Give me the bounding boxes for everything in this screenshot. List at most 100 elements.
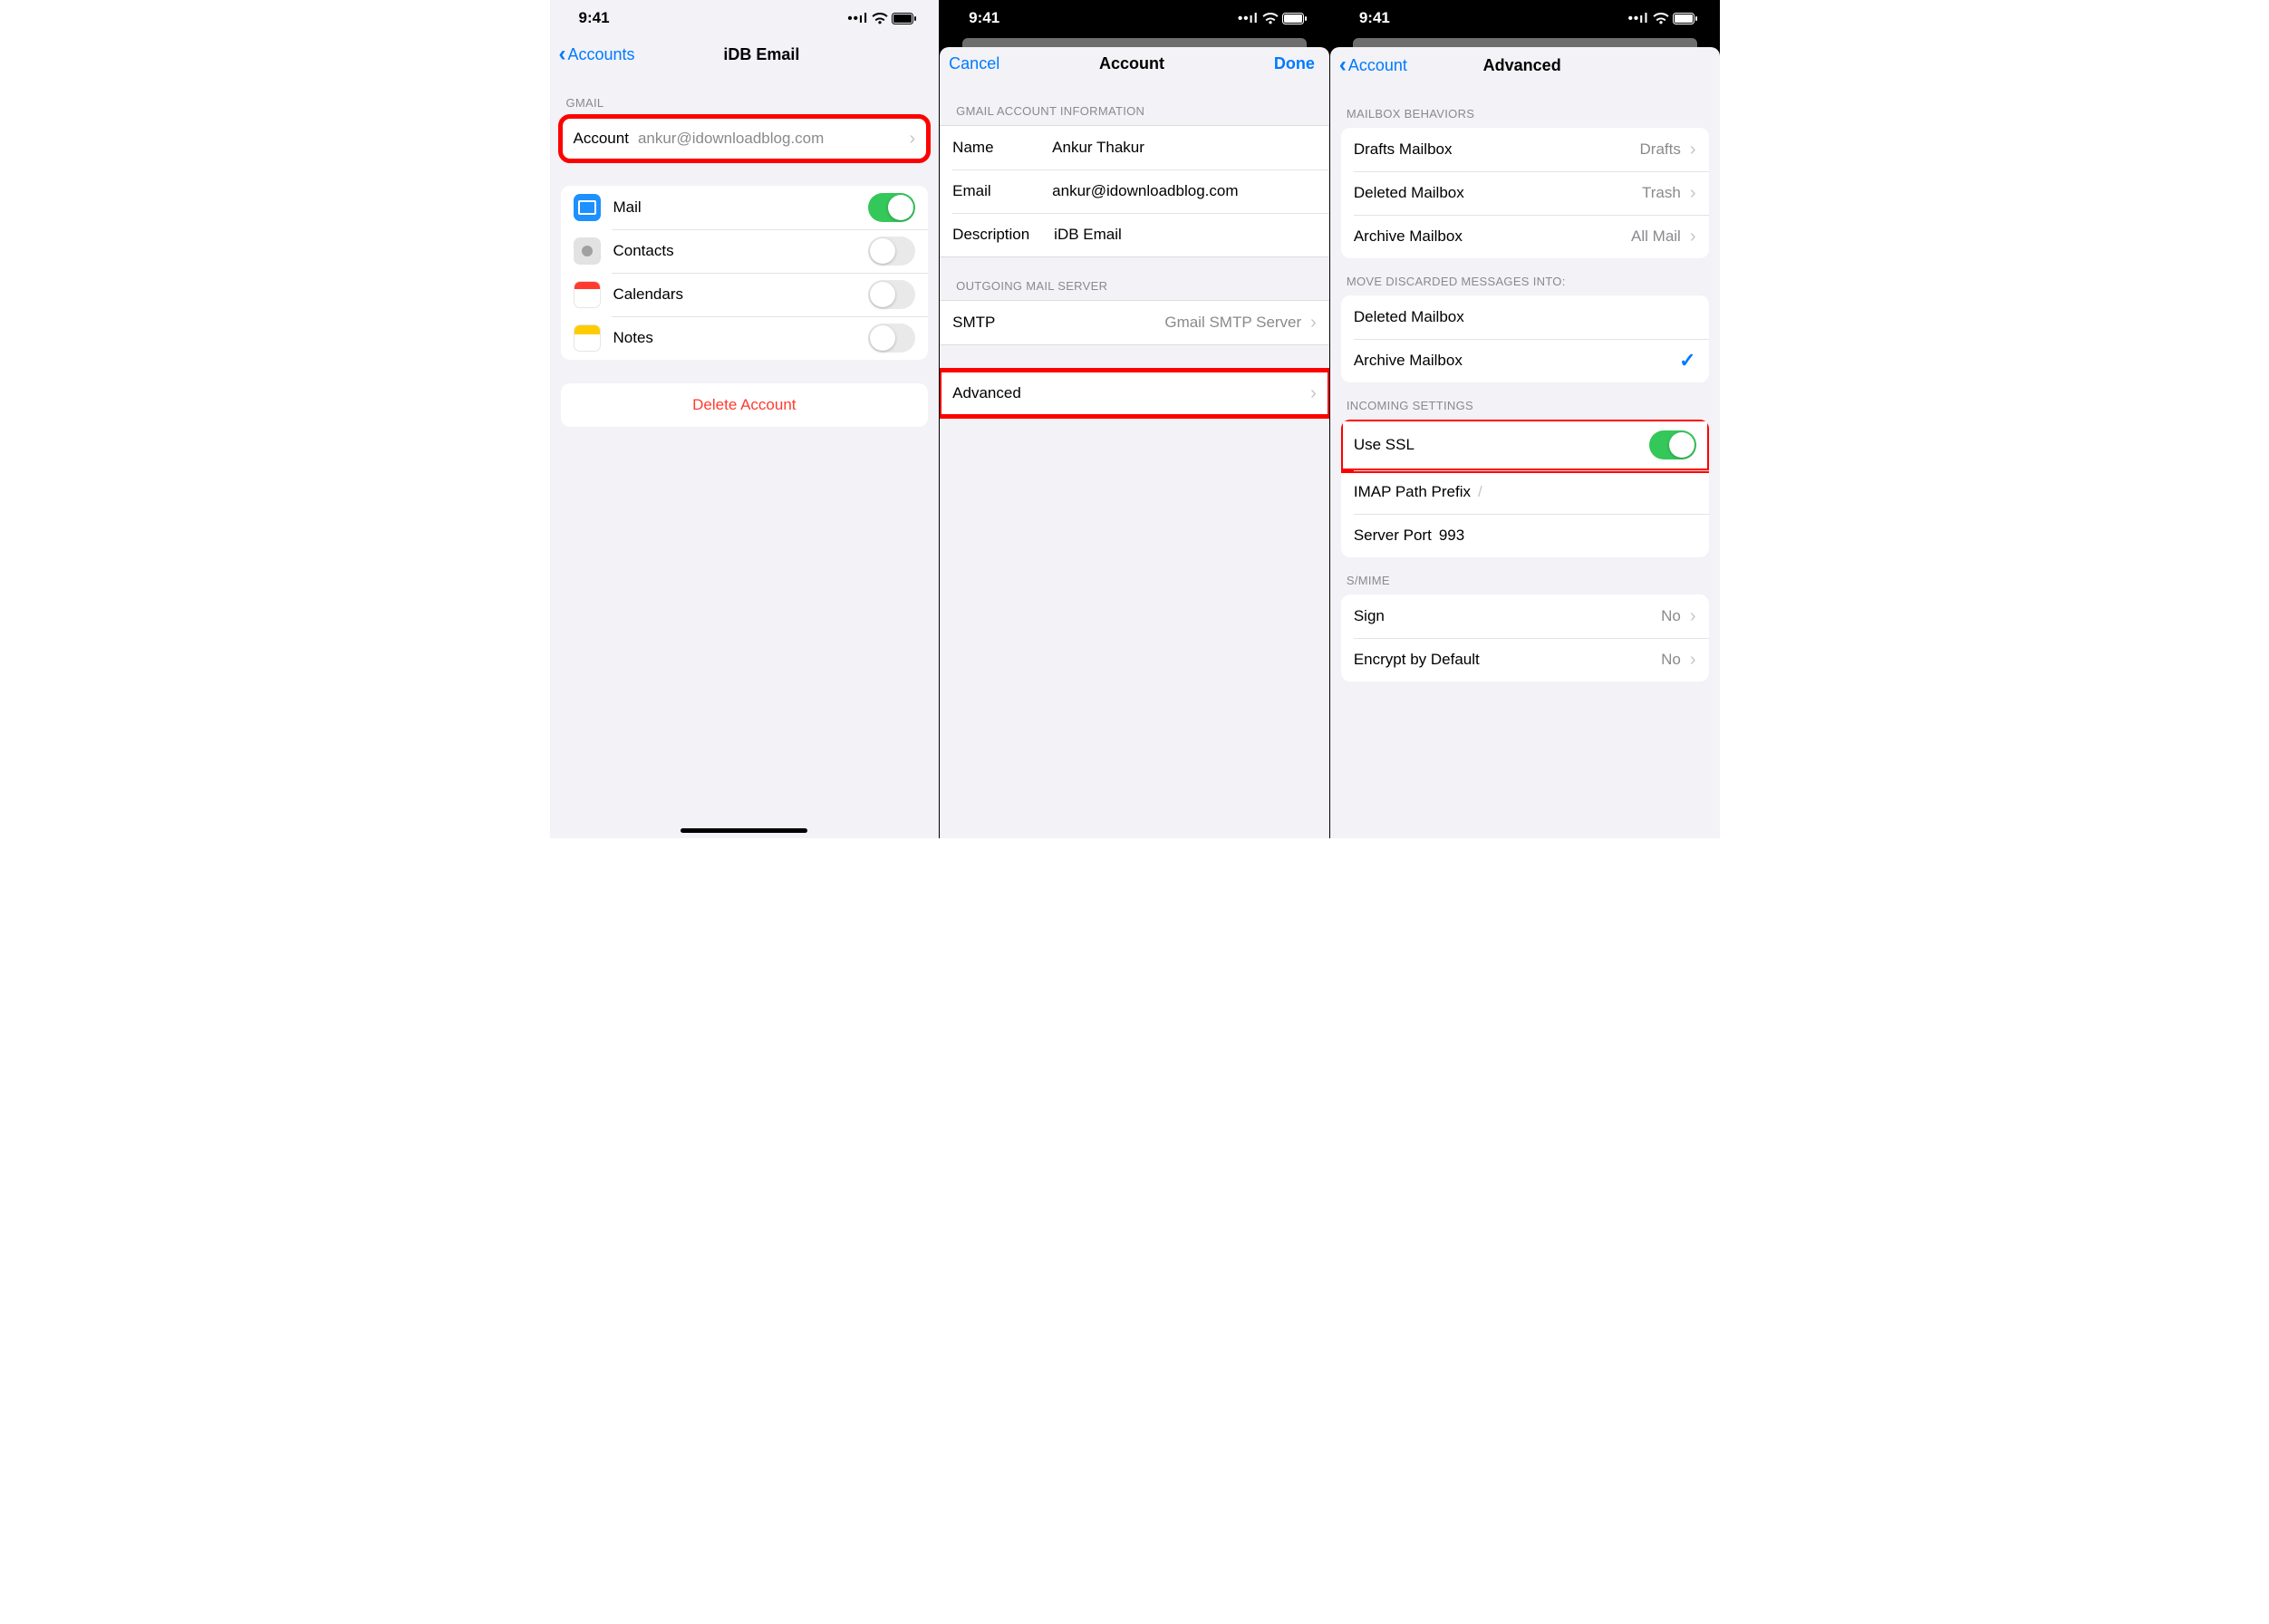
account-group: Account ankur@idownloadblog.com › — [561, 117, 929, 160]
calendars-label: Calendars — [613, 285, 684, 304]
account-row[interactable]: Account ankur@idownloadblog.com › — [561, 117, 929, 160]
notes-label: Notes — [613, 329, 653, 347]
cellular-icon: ••ıl — [1628, 11, 1649, 26]
smtp-group: SMTP Gmail SMTP Server › — [940, 300, 1329, 345]
chevron-left-icon: ‹ — [559, 44, 566, 65]
battery-icon — [1673, 13, 1698, 24]
drafts-mailbox-row[interactable]: Drafts Mailbox Drafts › — [1341, 128, 1709, 171]
archive-value: All Mail — [1463, 227, 1686, 246]
section-header-outgoing: OUTGOING MAIL SERVER — [940, 257, 1329, 300]
status-bar: 9:41 ••ıl — [940, 0, 1329, 36]
section-header-incoming: INCOMING SETTINGS — [1330, 382, 1720, 420]
mailbox-behaviors-group: Drafts Mailbox Drafts › Deleted Mailbox … — [1341, 128, 1709, 258]
move-archive-row[interactable]: Archive Mailbox ✓ — [1341, 339, 1709, 382]
email-row[interactable]: Email ankur@idownloadblog.com — [940, 169, 1329, 213]
wifi-icon — [1653, 13, 1669, 24]
sheet-handle[interactable] — [1353, 38, 1697, 47]
page-title: Account — [1021, 54, 1242, 73]
apps-group: Mail Contacts Calendars Notes — [561, 186, 929, 360]
notes-toggle[interactable] — [868, 324, 915, 353]
section-header-smime: S/MIME — [1330, 557, 1720, 594]
screen-account-edit: 9:41 ••ıl Cancel Account Done GMAIL ACCO… — [939, 0, 1329, 838]
nav-bar: Cancel Account Done — [940, 47, 1329, 82]
advanced-group: Advanced › — [940, 371, 1329, 416]
use-ssl-toggle[interactable] — [1649, 430, 1696, 459]
name-row[interactable]: Name Ankur Thakur — [940, 126, 1329, 169]
encrypt-value: No — [1480, 651, 1686, 669]
calendar-icon — [574, 281, 601, 308]
imap-prefix-row[interactable]: IMAP Path Prefix / — [1341, 470, 1709, 514]
smtp-row[interactable]: SMTP Gmail SMTP Server › — [940, 301, 1329, 344]
contacts-icon — [574, 237, 601, 265]
notes-row[interactable]: Notes — [561, 316, 929, 360]
smtp-value: Gmail SMTP Server — [995, 314, 1307, 332]
account-label: Account — [574, 130, 629, 148]
sign-row[interactable]: Sign No › — [1341, 594, 1709, 638]
contacts-toggle[interactable] — [868, 237, 915, 266]
chevron-right-icon: › — [1686, 227, 1696, 247]
description-value: iDB Email — [1052, 226, 1317, 244]
move-archive-label: Archive Mailbox — [1354, 352, 1463, 370]
calendars-toggle[interactable] — [868, 280, 915, 309]
done-button[interactable]: Done — [1242, 54, 1315, 73]
imap-prefix-label: IMAP Path Prefix — [1354, 483, 1471, 501]
incoming-group: Use SSL IMAP Path Prefix / Server Port 9… — [1341, 420, 1709, 557]
account-info-group: Name Ankur Thakur Email ankur@idownloadb… — [940, 125, 1329, 257]
description-label: Description — [952, 226, 1052, 244]
wifi-icon — [872, 13, 888, 24]
chevron-right-icon: › — [1307, 383, 1317, 404]
move-deleted-row[interactable]: Deleted Mailbox — [1341, 295, 1709, 339]
cellular-icon: ••ıl — [847, 11, 868, 26]
section-header-info: GMAIL ACCOUNT INFORMATION — [940, 82, 1329, 125]
server-port-row[interactable]: Server Port 993 — [1341, 514, 1709, 557]
drafts-value: Drafts — [1452, 140, 1685, 159]
advanced-row[interactable]: Advanced › — [940, 372, 1329, 415]
email-value: ankur@idownloadblog.com — [1043, 182, 1317, 200]
chevron-right-icon: › — [1686, 183, 1696, 204]
mail-icon — [574, 194, 601, 221]
description-row[interactable]: Description iDB Email — [940, 213, 1329, 256]
email-label: Email — [952, 182, 1043, 200]
smtp-label: SMTP — [952, 314, 995, 332]
home-indicator[interactable] — [681, 828, 807, 833]
calendars-row[interactable]: Calendars — [561, 273, 929, 316]
battery-icon — [892, 13, 917, 24]
mail-row[interactable]: Mail — [561, 186, 929, 229]
deleted-mailbox-row[interactable]: Deleted Mailbox Trash › — [1341, 171, 1709, 215]
nav-bar: ‹ Account Advanced — [1330, 47, 1720, 85]
section-header-behaviors: MAILBOX BEHAVIORS — [1330, 85, 1720, 128]
account-email: ankur@idownloadblog.com — [629, 130, 906, 148]
status-bar: 9:41 ••ıl — [550, 0, 940, 36]
screen-advanced: 9:41 ••ıl ‹ Account Advanced MAILBOX BEH… — [1329, 0, 1720, 838]
server-port-value: 993 — [1432, 527, 1464, 545]
use-ssl-label: Use SSL — [1354, 436, 1415, 454]
delete-account-button[interactable]: Delete Account — [561, 383, 929, 427]
chevron-left-icon: ‹ — [1339, 54, 1347, 76]
sheet-handle[interactable] — [962, 38, 1307, 47]
smime-group: Sign No › Encrypt by Default No › — [1341, 594, 1709, 682]
chevron-right-icon: › — [1307, 313, 1317, 334]
status-icons: ••ıl — [1628, 11, 1698, 26]
use-ssl-row[interactable]: Use SSL — [1341, 420, 1709, 470]
archive-label: Archive Mailbox — [1354, 227, 1463, 246]
move-deleted-label: Deleted Mailbox — [1354, 308, 1464, 326]
screen-account-overview: 9:41 ••ıl ‹ Accounts iDB Email GMAIL Acc… — [550, 0, 940, 838]
encrypt-row[interactable]: Encrypt by Default No › — [1341, 638, 1709, 682]
advanced-label: Advanced — [952, 384, 1021, 402]
section-header-gmail: GMAIL — [550, 74, 940, 117]
encrypt-label: Encrypt by Default — [1354, 651, 1480, 669]
contacts-row[interactable]: Contacts — [561, 229, 929, 273]
status-time: 9:41 — [969, 9, 999, 27]
page-title: Advanced — [1357, 56, 1687, 75]
sheet-backdrop — [1330, 36, 1720, 47]
mail-toggle[interactable] — [868, 193, 915, 222]
mail-label: Mail — [613, 198, 642, 217]
status-icons: ••ıl — [847, 11, 917, 26]
section-header-move: MOVE DISCARDED MESSAGES INTO: — [1330, 258, 1720, 295]
imap-prefix-value: / — [1471, 483, 1482, 501]
cancel-button[interactable]: Cancel — [949, 54, 1021, 73]
chevron-right-icon: › — [1686, 650, 1696, 671]
archive-mailbox-row[interactable]: Archive Mailbox All Mail › — [1341, 215, 1709, 258]
name-label: Name — [952, 139, 1043, 157]
sheet-backdrop — [940, 36, 1329, 47]
